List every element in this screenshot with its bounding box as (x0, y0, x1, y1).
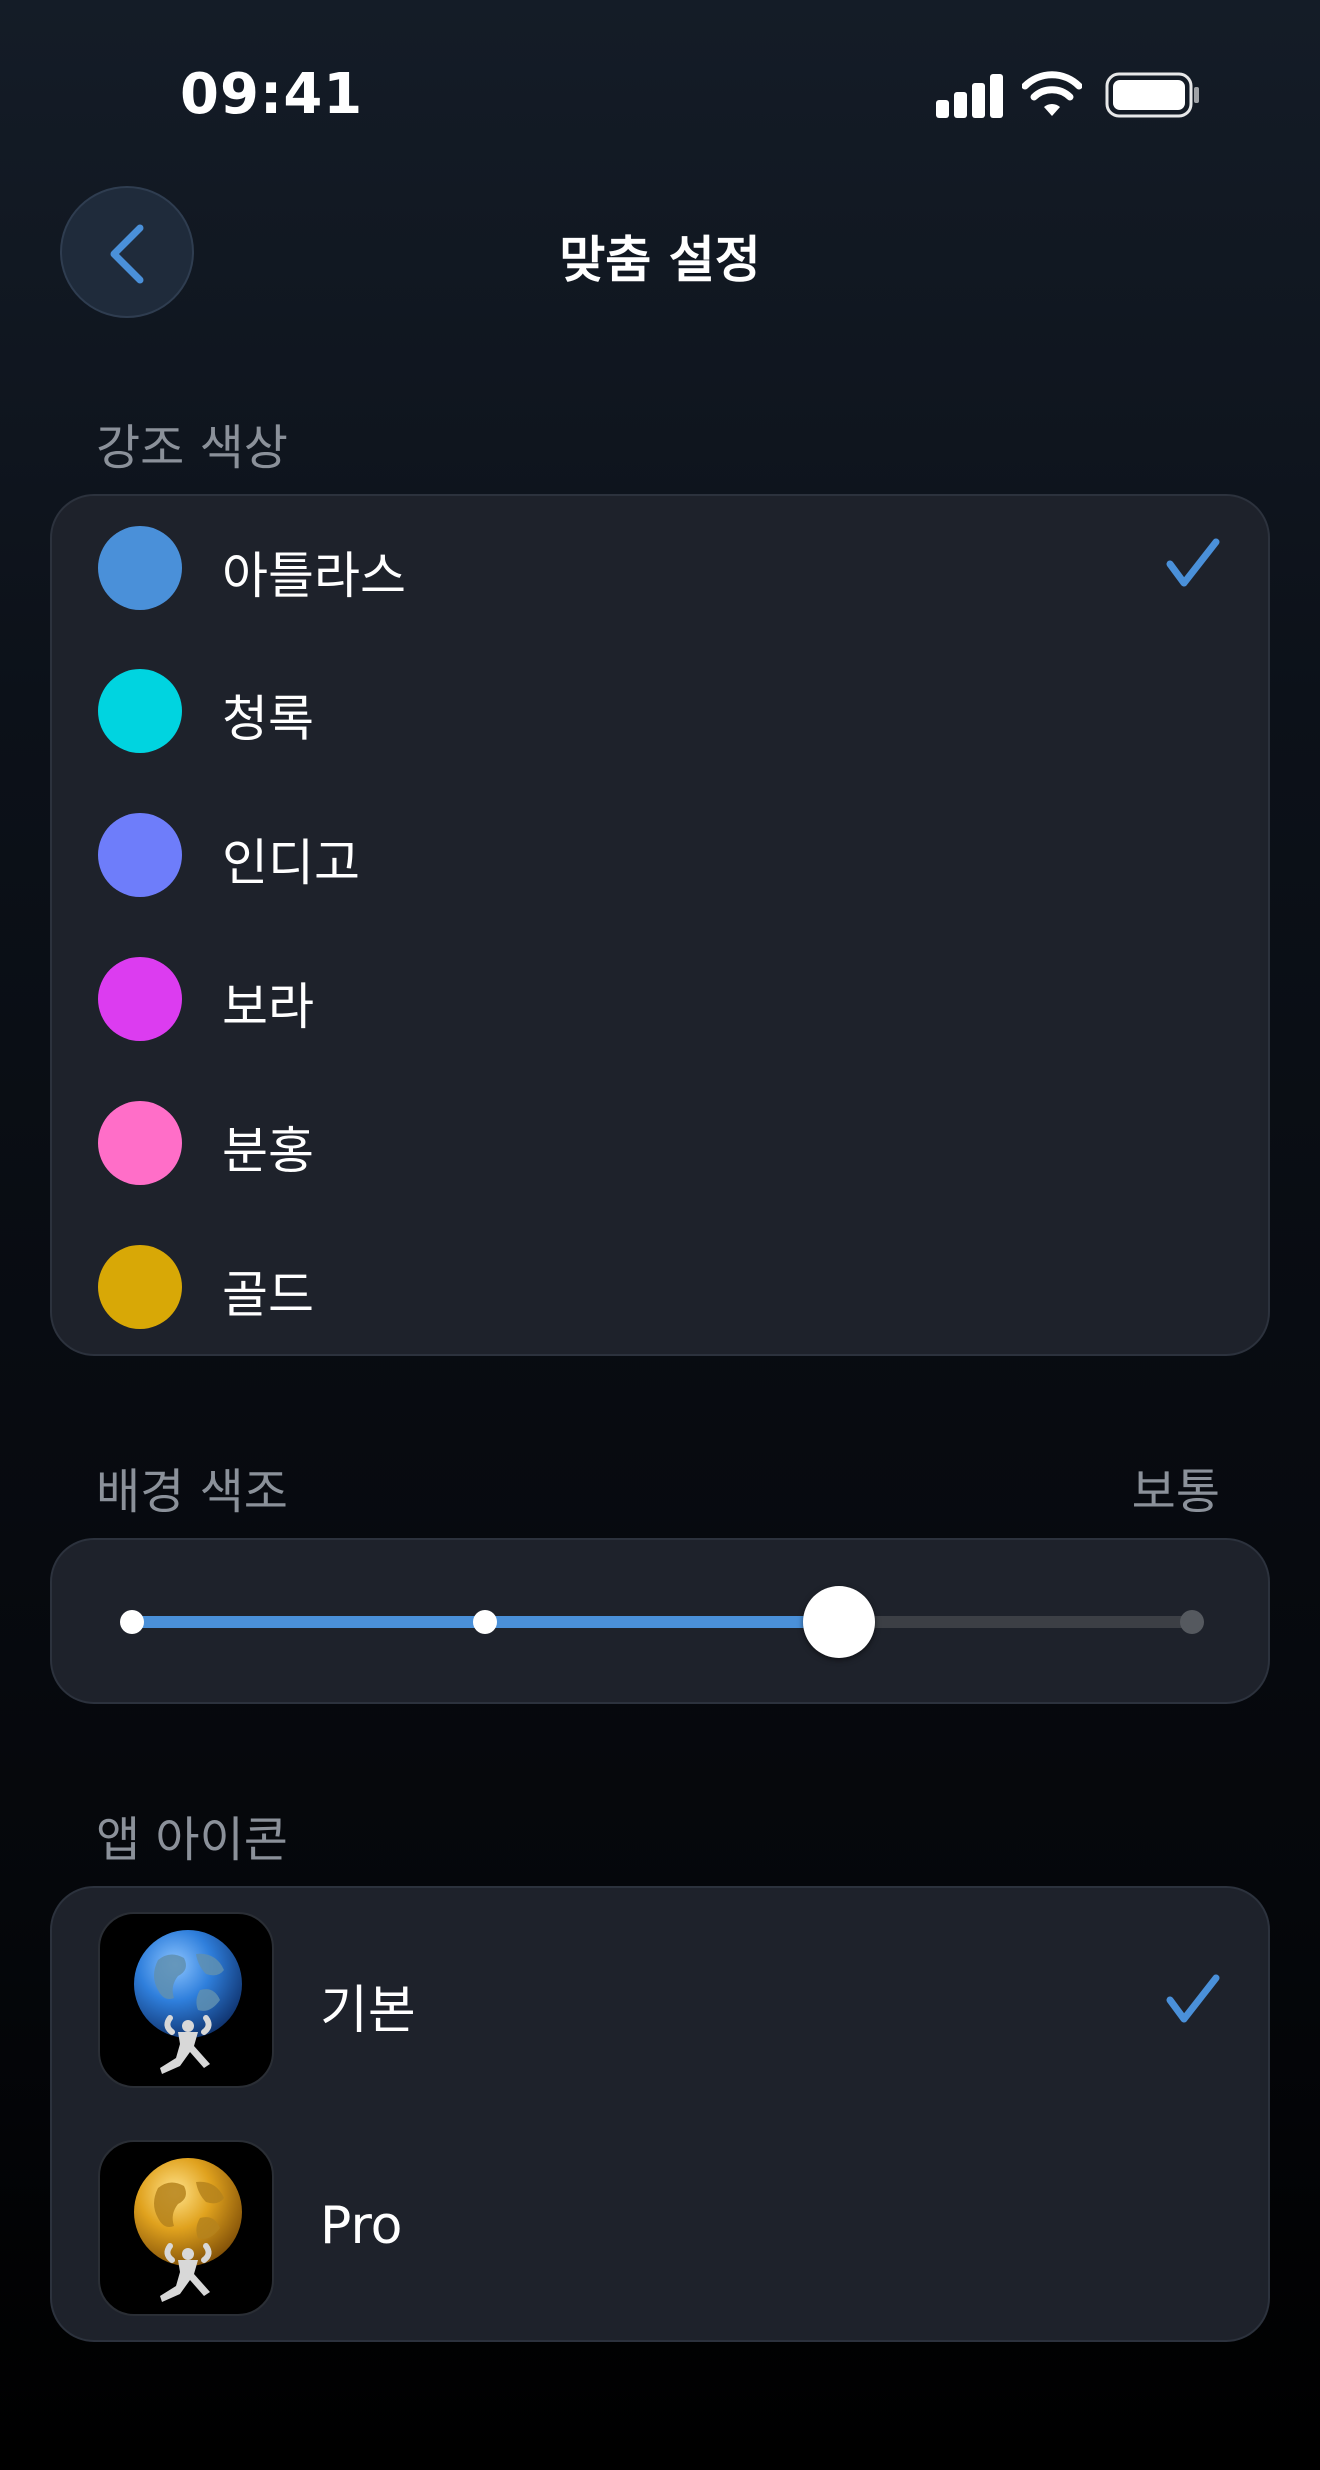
color-swatch (98, 957, 182, 1041)
status-bar: 09:41 (0, 0, 1320, 190)
cellular-signal-icon (936, 74, 1004, 118)
color-option-pink[interactable]: 분홍 (52, 1071, 1268, 1215)
app-icon-option-pro[interactable]: Pro (52, 2116, 1268, 2342)
app-icon-label: 기본 (320, 1981, 416, 2041)
slider-stop[interactable] (1180, 1610, 1204, 1634)
color-swatch (98, 1245, 182, 1329)
app-icon-section-label: 앱 아이콘 (96, 1812, 288, 1868)
slider-stop[interactable] (120, 1610, 144, 1634)
color-swatch (98, 526, 182, 610)
background-tone-card (50, 1538, 1270, 1704)
color-swatch (98, 813, 182, 897)
color-option-purple[interactable]: 보라 (52, 927, 1268, 1071)
page-title: 맞춤 설정 (559, 231, 761, 289)
accent-color-list: 아틀라스 청록 인디고 보라 분홍 골드 (50, 494, 1270, 1356)
wifi-icon (1022, 71, 1082, 116)
color-option-atlas[interactable]: 아틀라스 (52, 496, 1268, 640)
color-option-gold[interactable]: 골드 (52, 1215, 1268, 1359)
background-tone-label: 배경 색조 (96, 1464, 288, 1520)
color-option-label: 골드 (222, 1266, 314, 1324)
color-option-label: 분홍 (222, 1122, 314, 1180)
color-option-label: 아틀라스 (222, 547, 406, 605)
color-option-label: 보라 (222, 978, 314, 1036)
status-time: 09:41 (180, 62, 364, 127)
color-option-indigo[interactable]: 인디고 (52, 783, 1268, 927)
color-option-label: 청록 (222, 690, 314, 748)
app-icon-list: 기본 Pro (50, 1886, 1270, 2342)
atlas-gold-globe-icon (98, 2140, 274, 2316)
background-tone-slider[interactable] (120, 1586, 1204, 1658)
app-icon-label: Pro (320, 2196, 403, 2256)
app-icon-option-default[interactable]: 기본 (52, 1888, 1268, 2114)
atlas-blue-globe-icon (98, 1912, 274, 2088)
accent-section-label: 강조 색상 (96, 420, 288, 476)
color-option-label: 인디고 (222, 834, 360, 892)
checkmark-icon (1166, 1974, 1220, 2023)
background-tone-value: 보통 (1131, 1464, 1220, 1520)
color-swatch (98, 669, 182, 753)
color-option-teal[interactable]: 청록 (52, 639, 1268, 783)
slider-stop[interactable] (473, 1610, 498, 1634)
battery-icon (1105, 72, 1199, 118)
color-swatch (98, 1101, 182, 1185)
slider-thumb[interactable] (802, 1586, 875, 1658)
checkmark-icon (1166, 538, 1220, 587)
